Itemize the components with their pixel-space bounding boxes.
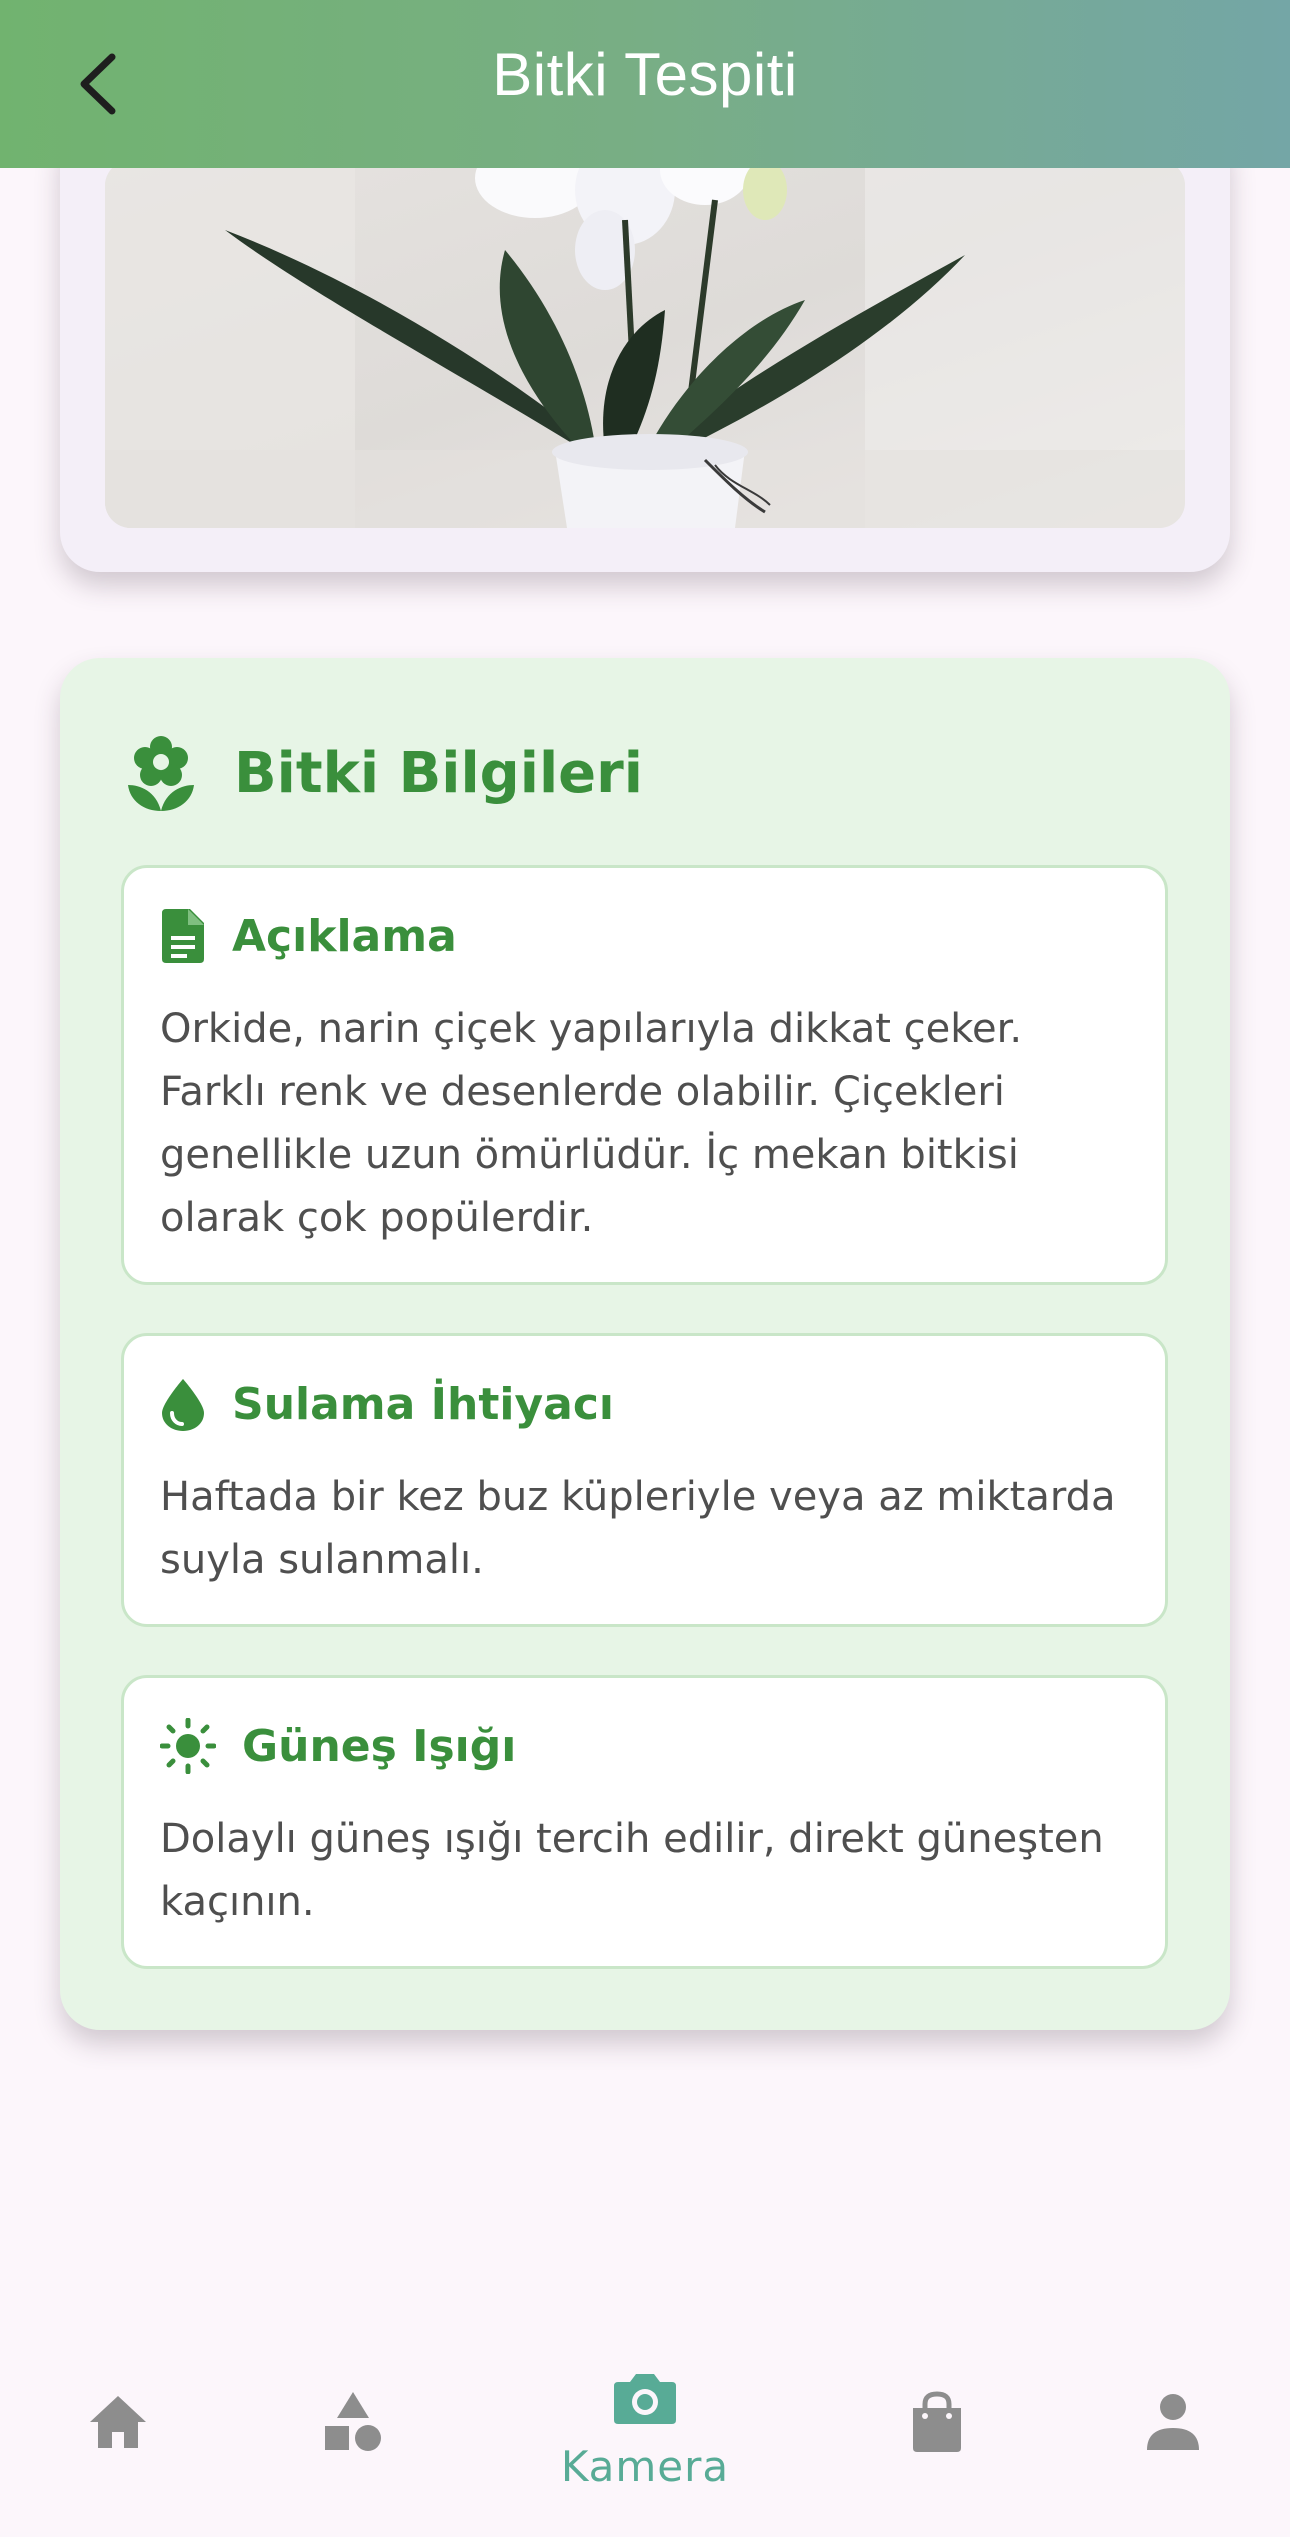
- plant-info-title: Bitki Bilgileri: [234, 740, 643, 806]
- bottom-navigation: Kamera: [0, 2315, 1290, 2537]
- water-drop-icon: [162, 1379, 204, 1431]
- plant-info-card: Bitki Bilgileri Açıklama Orkide, narin ç…: [60, 658, 1230, 2030]
- description-text: Orkide, narin çiçek yapılarıyla dikkat ç…: [160, 1006, 1023, 1241]
- app-bar: Bitki Tespiti: [0, 0, 1290, 168]
- plant-detection-screen: Bitki Tespiti Bitki Bilgileri Açıklama O…: [0, 0, 1290, 2537]
- shopping-bag-icon: [913, 2391, 961, 2452]
- nav-label-camera: Kamera: [560, 2442, 730, 2491]
- camera-icon: [614, 2374, 676, 2424]
- description-section: Açıklama Orkide, narin çiçek yapılarıyla…: [121, 865, 1168, 1285]
- sunlight-text: Dolaylı güneş ışığı tercih edilir, direk…: [160, 1816, 1104, 1925]
- page-title: Bitki Tespiti: [492, 41, 798, 108]
- plant-info-header: Bitki Bilgileri: [126, 728, 643, 818]
- home-icon: [90, 2396, 146, 2448]
- description-title: Açıklama: [232, 910, 457, 962]
- nav-item-camera[interactable]: Kamera: [525, 2315, 765, 2537]
- watering-title: Sulama İhtiyacı: [232, 1378, 614, 1430]
- plant-photo-card: [60, 120, 1230, 572]
- watering-text: Haftada bir kez buz küpleriyle veya az m…: [160, 1474, 1116, 1583]
- document-icon: [162, 909, 204, 963]
- watering-header: Sulama İhtiyacı: [160, 1372, 614, 1436]
- description-header: Açıklama: [160, 904, 457, 968]
- nav-item-shop[interactable]: [817, 2315, 1057, 2537]
- sun-icon: [160, 1718, 216, 1774]
- nav-item-profile[interactable]: [1053, 2315, 1290, 2537]
- sunlight-header: Güneş Işığı: [160, 1714, 516, 1778]
- sunlight-section: Güneş Işığı Dolaylı güneş ışığı tercih e…: [121, 1675, 1168, 1969]
- category-icon: [325, 2392, 381, 2451]
- flower-icon: [128, 736, 194, 811]
- sunlight-title: Güneş Işığı: [242, 1720, 517, 1772]
- watering-section: Sulama İhtiyacı Haftada bir kez buz küpl…: [121, 1333, 1168, 1627]
- nav-item-home[interactable]: [0, 2315, 238, 2537]
- person-icon: [1147, 2394, 1199, 2450]
- nav-item-categories[interactable]: [233, 2315, 473, 2537]
- orchid-plant-image: [105, 160, 1185, 528]
